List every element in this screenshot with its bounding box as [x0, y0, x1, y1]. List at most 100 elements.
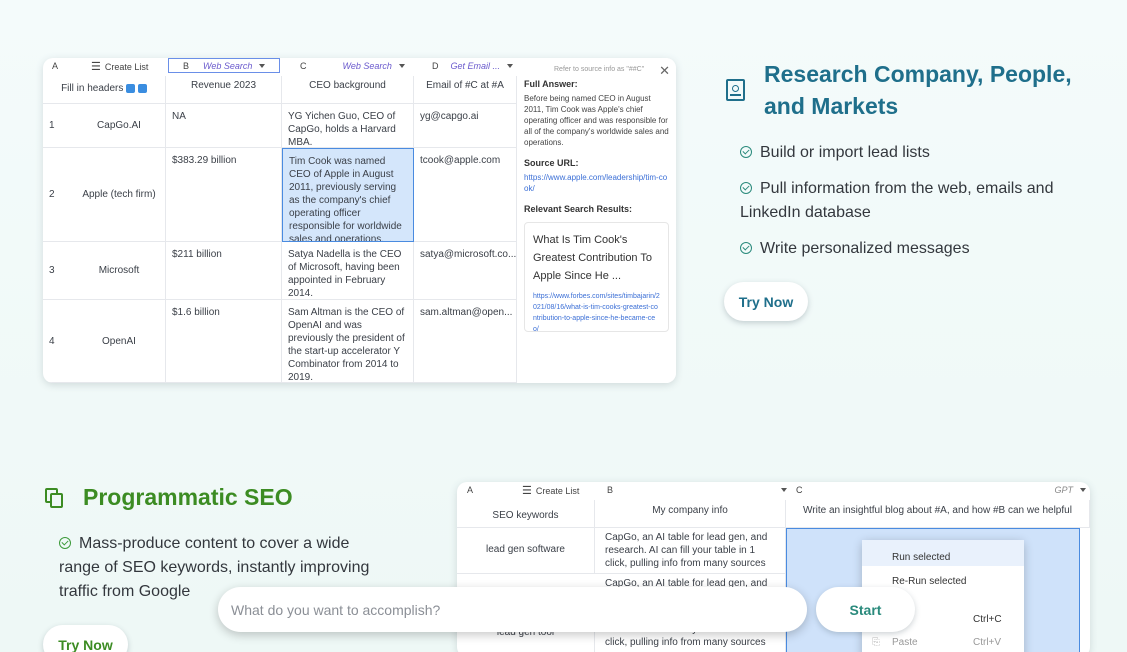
email-cell[interactable]: satya@microsoft.co...: [414, 242, 517, 300]
full-answer-text: Before being named CEO in August 2011, T…: [524, 94, 669, 147]
chevron-down-icon: [398, 64, 405, 68]
col-a-header[interactable]: A: [52, 61, 58, 71]
chevron-down-icon: [259, 63, 266, 68]
chevron-down-icon: [507, 64, 514, 68]
table-row[interactable]: 1 CapGo.AI: [43, 104, 166, 148]
paste-icon: ⎘: [872, 637, 880, 648]
check-circle-icon: [740, 242, 752, 254]
table-row[interactable]: 4 OpenAI: [43, 300, 166, 383]
col-c-letter: C: [796, 485, 803, 495]
bullet-item: Build or import lead lists: [740, 141, 930, 165]
research-spreadsheet: A ☰ Create List B Web Search C Web Search D…: [43, 58, 676, 383]
ceo-cell[interactable]: Sam Altman is the CEO of OpenAI and was …: [282, 300, 414, 383]
ceo-cell-selected[interactable]: Tim Cook was named CEO of Apple in Augus…: [282, 148, 414, 242]
copy-icon: [45, 488, 65, 508]
bullet-text: Build or import lead lists: [760, 144, 930, 161]
menu-item-run-selected[interactable]: Run selected: [892, 552, 950, 563]
source-url-link[interactable]: https://www.apple.com/leadership/tim-coo…: [524, 172, 669, 194]
building-icon: [726, 79, 745, 101]
panel-hint: Refer to source info as "##C": [554, 66, 645, 73]
revenue-header-cell[interactable]: Revenue 2023: [166, 76, 282, 104]
result-title: What Is Tim Cook's Greatest Contribution…: [533, 234, 653, 282]
search-results-label: Relevant Search Results:: [524, 204, 633, 214]
company-cell: OpenAI: [102, 335, 136, 347]
section-title-research: Research Company, People, and Markets: [764, 58, 1072, 122]
col-c-tag: GPT: [1054, 485, 1073, 495]
chevron-down-icon: [1080, 488, 1086, 492]
source-panel: Refer to source info as "##C" ✕ Full Ans…: [517, 58, 676, 383]
row-number: 1: [49, 120, 55, 131]
ceo-cell[interactable]: Satya Nadella is the CEO of Microsoft, h…: [282, 242, 414, 300]
col-b-letter: B: [607, 485, 614, 495]
prompt-placeholder: What do you want to accomplish?: [231, 601, 441, 618]
col-c-tag: Web Search: [342, 61, 392, 71]
fill-headers-label: Fill in headers: [61, 83, 124, 94]
col-c-header[interactable]: C GPT: [796, 485, 1086, 495]
col-a-header[interactable]: A: [467, 485, 473, 495]
col-b-tag: Web Search: [203, 60, 253, 71]
col-c-letter: C: [300, 61, 307, 71]
revenue-cell[interactable]: $383.29 billion: [166, 148, 282, 242]
company-cell: Apple (tech firm): [82, 189, 156, 200]
company-info-cell[interactable]: CapGo, an AI table for lead gen, and res…: [595, 528, 786, 574]
copy-shortcut: Ctrl+C: [973, 614, 1002, 625]
menu-item-rerun-selected[interactable]: Re-Run selected: [892, 576, 966, 587]
company-info-header[interactable]: My company info: [595, 500, 786, 528]
table-row[interactable]: 2 Apple (tech firm): [43, 148, 166, 242]
revenue-cell[interactable]: $211 billion: [166, 242, 282, 300]
ceo-cell[interactable]: YG Yichen Guo, CEO of CapGo, holds a Har…: [282, 104, 414, 148]
col-b-letter: B: [183, 60, 190, 71]
search-result-card[interactable]: What Is Tim Cook's Greatest Contribution…: [524, 222, 669, 332]
bullet-item: Write personalized messages: [740, 237, 970, 261]
title-line-1: Research Company, People,: [764, 61, 1072, 87]
create-list-button[interactable]: ☰ Create List: [91, 60, 148, 73]
col-a-letter: A: [467, 485, 474, 495]
col-b-header[interactable]: B: [607, 485, 787, 495]
bullet-item: Mass-produce content to cover a wide: [59, 532, 349, 556]
download-icon: [126, 83, 136, 93]
bullet-item-continued: traffic from Google: [59, 583, 191, 600]
bullet-text: Write personalized messages: [760, 240, 970, 257]
bullet-text: Pull information from the web, emails an…: [760, 180, 1054, 197]
list-add-icon: ☰: [91, 61, 101, 73]
arrow-icon: [137, 83, 147, 93]
bullet-item: Pull information from the web, emails an…: [740, 177, 1053, 201]
bullet-item-continued: range of SEO keywords, instantly improvi…: [59, 559, 370, 576]
bullet-text: LinkedIn database: [740, 204, 871, 221]
keyword-cell[interactable]: lead gen software: [457, 528, 595, 574]
col-a-letter: A: [52, 61, 59, 71]
full-answer-label: Full Answer:: [524, 79, 578, 89]
col-d-header[interactable]: D Get Email ...: [432, 61, 514, 71]
create-list-button[interactable]: ☰ Create List: [522, 484, 579, 497]
col-c-header[interactable]: C Web Search: [300, 61, 405, 71]
seo-keywords-header[interactable]: SEO keywords: [457, 500, 595, 528]
try-now-button-research[interactable]: Try Now: [724, 282, 808, 321]
bullet-item-continued: LinkedIn database: [740, 201, 871, 225]
email-header-cell[interactable]: Email of #C at #A: [414, 76, 517, 104]
result-url[interactable]: https://www.forbes.com/sites/timbajarin/…: [533, 291, 660, 331]
close-icon[interactable]: ✕: [659, 63, 670, 79]
check-circle-icon: [59, 537, 71, 549]
prompt-input[interactable]: What do you want to accomplish?: [218, 587, 807, 632]
col-d-tag: Get Email ...: [450, 61, 501, 71]
menu-item-paste[interactable]: Paste: [892, 637, 918, 648]
revenue-cell[interactable]: $1.6 billion: [166, 300, 282, 383]
source-url-label: Source URL:: [524, 158, 579, 168]
col-b-header[interactable]: B Web Search: [168, 58, 280, 73]
email-cell[interactable]: sam.altman@open...: [414, 300, 517, 383]
email-cell[interactable]: tcook@apple.com: [414, 148, 517, 242]
check-circle-icon: [740, 182, 752, 194]
email-cell[interactable]: yg@capgo.ai: [414, 104, 517, 148]
chevron-down-icon: [781, 488, 787, 492]
spreadsheet-grid: A ☰ Create List B Web Search C Web Search D…: [43, 58, 517, 383]
row-number: 2: [49, 189, 55, 200]
ceo-header-cell[interactable]: CEO background: [282, 76, 414, 104]
table-row[interactable]: 3 Microsoft: [43, 242, 166, 300]
blog-prompt-header[interactable]: Write an insightful blog about #A, and h…: [786, 500, 1090, 528]
section-title-seo: Programmatic SEO: [83, 484, 293, 510]
revenue-cell[interactable]: NA: [166, 104, 282, 148]
check-circle-icon: [740, 146, 752, 158]
start-button[interactable]: Start: [816, 587, 915, 632]
try-now-button-seo[interactable]: Try Now: [43, 625, 128, 652]
fill-headers-cell[interactable]: Fill in headers: [43, 76, 166, 104]
